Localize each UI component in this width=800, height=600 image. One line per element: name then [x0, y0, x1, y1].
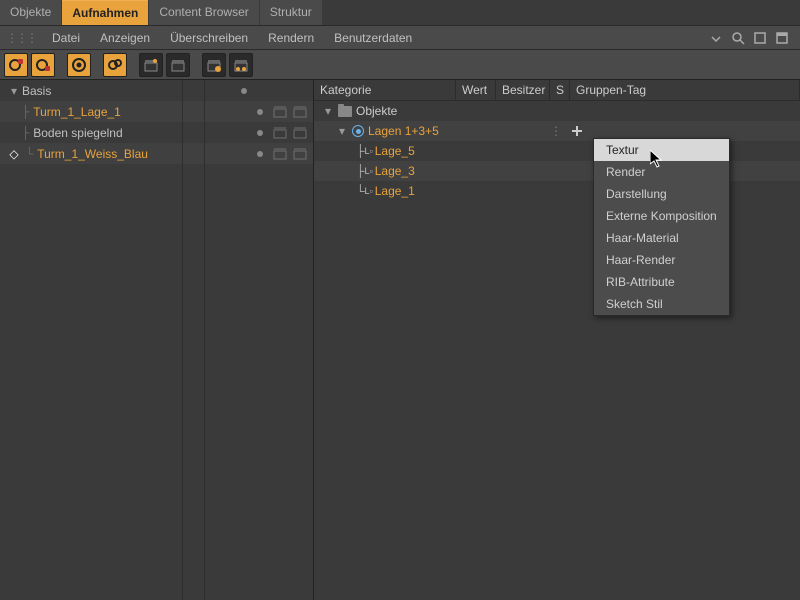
tab-content-browser[interactable]: Content Browser [149, 0, 258, 25]
window-icon[interactable] [752, 30, 768, 46]
add-tag-icon[interactable] [572, 126, 582, 136]
take-object-label[interactable]: Lagen 1+3+5 [368, 124, 439, 138]
render-take-icon[interactable] [202, 53, 226, 77]
expand-icon[interactable]: ▾ [6, 84, 22, 98]
render-slot-icon[interactable] [273, 126, 287, 140]
tab-objekte[interactable]: Objekte [0, 0, 61, 25]
tag-context-menu[interactable]: Textur Render Darstellung Externe Kompos… [593, 138, 730, 316]
render-take-all-icon[interactable] [229, 53, 253, 77]
col-s[interactable]: S [550, 80, 570, 100]
take-row-1[interactable]: ├ Boden spiegelnd [0, 122, 313, 143]
dock-icon[interactable] [774, 30, 790, 46]
search-icon[interactable] [730, 30, 746, 46]
expand-icon[interactable]: ▾ [336, 124, 348, 138]
tree-line-icon: └ [26, 147, 37, 161]
col-wert[interactable]: Wert [456, 80, 496, 100]
col-kategorie[interactable]: Kategorie [314, 80, 456, 100]
select-marker-icon[interactable]: ◇ [6, 147, 22, 161]
take-add-icon[interactable] [4, 53, 28, 77]
tree-line-icon: ├ [356, 164, 365, 178]
layer-icon: L▫ [365, 166, 373, 176]
takes-panel: ▾ Basis ├ Turm_1_Lage_1 ├ Boden spiegeln… [0, 80, 314, 600]
tab-struktur[interactable]: Struktur [260, 0, 322, 25]
menu-bar: ⋮⋮⋮ Datei Anzeigen Überschreiben Rendern… [0, 26, 800, 50]
render-slot-icon[interactable] [293, 126, 307, 140]
menu-ueberschreiben[interactable]: Überschreiben [160, 27, 258, 49]
take-root-row[interactable]: ▾ Basis [0, 80, 313, 101]
render-slot-icon[interactable] [293, 105, 307, 119]
expand-icon[interactable]: ▾ [322, 104, 334, 118]
take-icon [352, 125, 364, 137]
menu-item-haar-render[interactable]: Haar-Render [594, 249, 729, 271]
enable-dot-icon[interactable] [241, 88, 247, 94]
take-label[interactable]: Boden spiegelnd [33, 126, 122, 140]
render-slot-icon[interactable] [273, 147, 287, 161]
panel-grip-icon: ⋮⋮⋮ [6, 31, 36, 45]
menu-item-render[interactable]: Render [594, 161, 729, 183]
col-besitzer[interactable]: Besitzer [496, 80, 550, 100]
enable-dot-icon[interactable] [257, 151, 263, 157]
drag-handle-icon[interactable]: ⋮ [550, 124, 561, 138]
take-root-label[interactable]: Basis [22, 84, 51, 98]
tree-line-icon: ├ [22, 126, 33, 140]
take-row-0[interactable]: ├ Turm_1_Lage_1 [0, 101, 313, 122]
render-slot-icon[interactable] [293, 147, 307, 161]
column-header: Kategorie Wert Besitzer S Gruppen-Tag [314, 80, 800, 101]
take-label[interactable]: Turm_1_Weiss_Blau [37, 147, 148, 161]
collapse-icon[interactable] [708, 30, 724, 46]
tree-line-icon: ├ [22, 105, 33, 119]
category-row-objects[interactable]: ▾ Objekte [314, 101, 800, 121]
col-gruppen-tag[interactable]: Gruppen-Tag [570, 80, 800, 100]
folder-icon [338, 106, 352, 117]
menu-item-haar-material[interactable]: Haar-Material [594, 227, 729, 249]
tree-line-icon: └ [356, 184, 365, 198]
take-label[interactable]: Turm_1_Lage_1 [33, 105, 121, 119]
menu-item-darstellung[interactable]: Darstellung [594, 183, 729, 205]
layer-label[interactable]: Lage_1 [375, 184, 415, 198]
layer-label[interactable]: Lage_3 [375, 164, 415, 178]
menu-item-rib-attribute[interactable]: RIB-Attribute [594, 271, 729, 293]
enable-dot-icon[interactable] [257, 130, 263, 136]
layer-label[interactable]: Lage_5 [375, 144, 415, 158]
menu-item-sketch-stil[interactable]: Sketch Stil [594, 293, 729, 315]
tree-line-icon: ├ [356, 144, 365, 158]
take-link-icon[interactable] [103, 53, 127, 77]
menu-benutzerdaten[interactable]: Benutzerdaten [324, 27, 422, 49]
toolbar [0, 50, 800, 80]
tab-aufnahmen[interactable]: Aufnahmen [62, 0, 148, 25]
take-current-icon[interactable] [67, 53, 91, 77]
layer-icon: L▫ [365, 186, 373, 196]
menu-anzeigen[interactable]: Anzeigen [90, 27, 160, 49]
menu-item-externe-komposition[interactable]: Externe Komposition [594, 205, 729, 227]
menu-rendern[interactable]: Rendern [258, 27, 324, 49]
category-label[interactable]: Objekte [356, 104, 397, 118]
enable-dot-icon[interactable] [257, 109, 263, 115]
menu-datei[interactable]: Datei [42, 27, 90, 49]
menu-item-textur[interactable]: Textur [594, 139, 729, 161]
clapboard-checked-icon[interactable] [166, 53, 190, 77]
clapboard-icon[interactable] [139, 53, 163, 77]
layer-icon: L▫ [365, 146, 373, 156]
take-add-child-icon[interactable] [31, 53, 55, 77]
top-tabs: Objekte Aufnahmen Content Browser Strukt… [0, 0, 800, 26]
render-slot-icon[interactable] [273, 105, 287, 119]
take-row-2[interactable]: ◇ └ Turm_1_Weiss_Blau [0, 143, 313, 164]
